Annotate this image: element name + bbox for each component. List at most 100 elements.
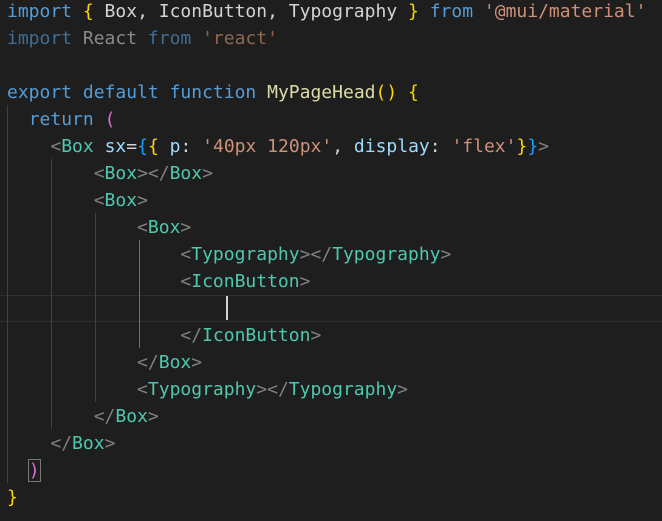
code-token: ) [27,459,41,482]
code-token: </ [180,325,203,346]
code-token: Typography [191,244,300,265]
code-token: } [408,1,419,22]
code-token: { [408,82,419,103]
code-token: p [169,136,181,157]
code-token: < [180,244,192,265]
code-token: </ [93,406,116,427]
code-line[interactable]: </Box> [7,403,159,430]
code-token: ></ [137,163,170,184]
code-token: > [397,379,408,400]
code-token: from [147,28,192,49]
code-token: ></ [256,379,289,400]
code-token: > [147,406,159,427]
code-line[interactable]: import { Box, IconButton, Typography } f… [7,0,646,25]
code-token: import [7,1,73,22]
code-line[interactable]: return ( [7,106,116,133]
code-token: Box [147,217,181,238]
code-editor[interactable]: import { Box, IconButton, Typography } f… [0,0,662,521]
code-token: > [299,271,311,292]
code-token: Box [104,190,138,211]
code-token: > [104,433,116,454]
code-line[interactable]: <Box></Box> [7,160,213,187]
code-token: sx [104,136,127,157]
code-token: Box [61,136,94,157]
code-token: Box, IconButton, Typography [93,1,408,22]
code-token: } [516,136,528,157]
code-token: ( [104,109,116,130]
code-token: IconButton [202,325,311,346]
code-token: < [93,190,105,211]
code-line[interactable]: <Box> [7,214,191,241]
code-token: export [7,82,73,103]
code-token: , [332,136,354,157]
code-token: < [50,136,62,157]
code-token: 'react' [202,28,278,49]
code-token: > [137,190,148,211]
code-token: Typography [147,379,257,400]
code-token: '@mui/material' [483,1,647,22]
code-token: display [353,136,430,157]
code-line[interactable]: </IconButton> [7,322,321,349]
code-token: from [429,1,474,22]
code-token: = [126,136,138,157]
code-line[interactable]: <IconButton> [7,268,310,295]
code-token: { [137,136,148,157]
code-token: '40px 120px' [202,136,333,157]
code-token: { [82,1,94,22]
code-token: < [180,271,192,292]
code-token: Box [104,163,138,184]
code-line[interactable]: import React from 'react' [7,25,278,52]
code-token: { [147,136,159,157]
code-token: } [527,136,539,157]
code-token: > [538,136,549,157]
code-token: > [310,325,322,346]
code-line[interactable]: <Typography></Typography> [7,376,408,403]
code-token: default [82,82,159,103]
code-token: </ [50,433,73,454]
code-token: } [7,487,18,508]
current-line-highlight [0,295,662,322]
code-token: < [137,379,148,400]
code-token: 'flex' [451,136,517,157]
code-token: ></ [299,244,333,265]
code-token: Box [72,433,105,454]
code-token: > [180,217,192,238]
code-token: : [429,136,452,157]
text-cursor [226,296,228,320]
code-line[interactable]: export default function MyPageHead() { [7,79,419,106]
code-line[interactable]: ) [7,457,41,484]
code-line[interactable]: </Box> [7,349,202,376]
code-token: < [93,163,105,184]
code-token: Box [115,406,148,427]
code-token: > [440,244,452,265]
code-token: React [72,28,148,49]
code-line[interactable]: </Box> [7,430,115,457]
code-token: return [28,109,94,130]
code-line[interactable]: <Box sx={{ p: '40px 120px', display: 'fl… [7,133,549,160]
code-token: Typography [288,379,398,400]
code-line[interactable]: <Typography></Typography> [7,241,451,268]
code-line[interactable]: } [7,484,18,511]
code-line[interactable]: <Box> [7,187,148,214]
code-token: Box [169,163,203,184]
